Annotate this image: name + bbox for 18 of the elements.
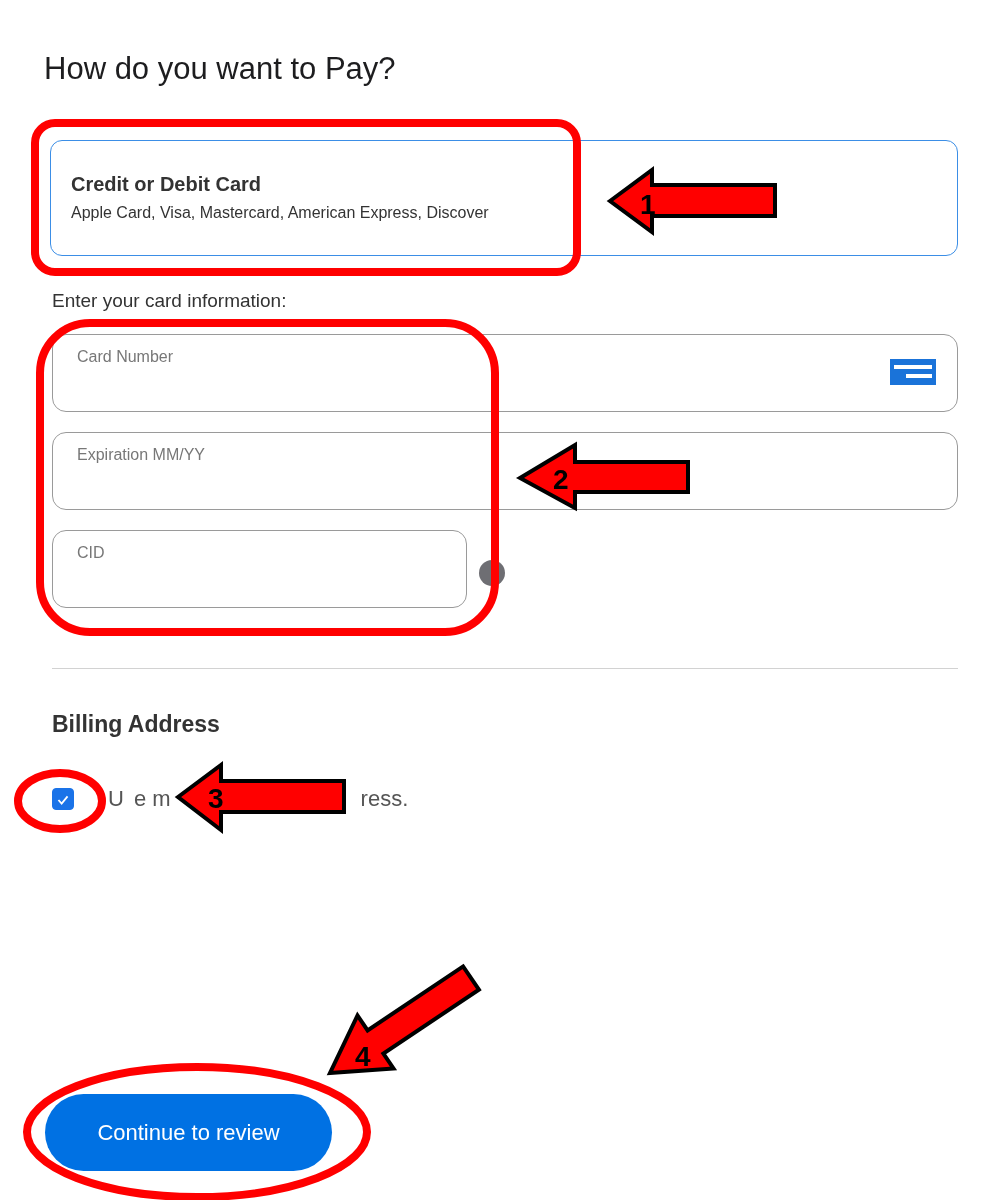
page-heading: How do you want to Pay? [44,50,397,88]
card-brand-icon [890,359,936,385]
step-number: 1 [640,189,656,220]
step-number: 2 [553,464,569,495]
section-heading: Billing Address [52,711,221,738]
text-field[interactable]: Card Number [52,334,958,412]
text-field[interactable]: CID [52,530,467,608]
checkbox[interactable] [52,788,74,810]
step-number: 4 [355,1041,371,1072]
checkbox-label: e m [133,786,171,812]
option-title: Credit or Debit Card [71,173,262,196]
step-number: 3 [208,783,224,814]
card-info-prompt: Enter your card information: [52,289,288,313]
continue-button[interactable]: Continue to review [45,1094,332,1171]
option-subtitle: Apple Card, Visa, Mastercard, American Express, Discover [71,204,489,222]
checkbox-label: U [108,786,124,812]
circle-icon[interactable] [479,560,505,586]
checkbox-label: ress. [360,786,409,812]
